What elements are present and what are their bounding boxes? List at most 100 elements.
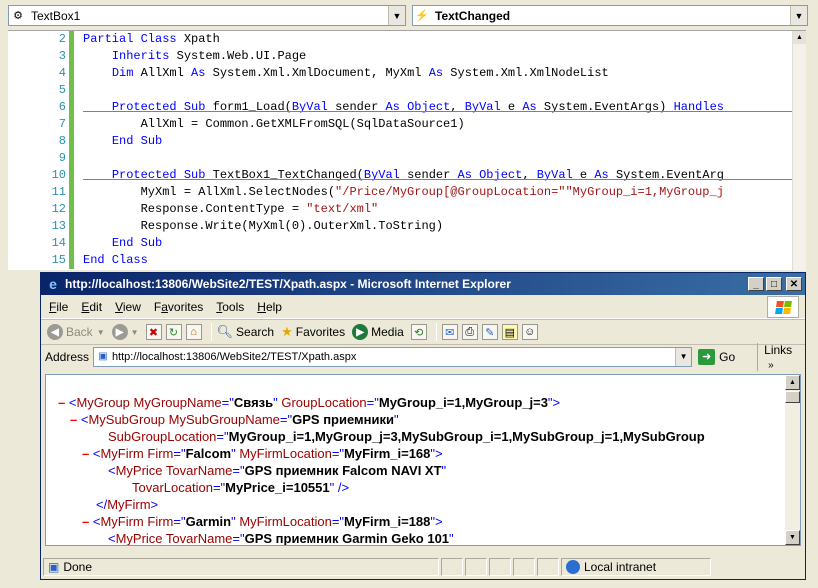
change-indicator	[69, 48, 74, 65]
chevron-down-icon: ▼	[130, 327, 139, 337]
status-text-cell: ▣ Done	[43, 558, 439, 576]
code-line[interactable]: 2 Partial Class Xpath	[8, 31, 806, 48]
xml-punct: ="	[221, 395, 234, 410]
xml-attr-value: MyGroup_i=1,MyGroup_j=3,MySubGroup_i=1,M…	[228, 429, 705, 444]
code-keyword: End Class	[83, 253, 148, 267]
refresh-icon[interactable]: ↻	[165, 324, 182, 340]
change-indicator	[69, 184, 74, 201]
xml-punct: ="	[366, 395, 379, 410]
ie-title-bar[interactable]: e http://localhost:13806/WebSite2/TEST/X…	[41, 273, 805, 295]
menu-item[interactable]: Help	[257, 300, 282, 314]
collapse-toggle-icon[interactable]: –	[82, 446, 93, 461]
code-text: Partial Class Xpath	[83, 31, 792, 48]
media-button[interactable]: ▶ Media	[352, 324, 404, 340]
event-combo[interactable]: ⚡ TextChanged ▼	[412, 5, 808, 26]
object-combo[interactable]: ⚙ TextBox1 ▼	[8, 5, 406, 26]
menu-item[interactable]: View	[115, 300, 141, 314]
code-text: End Sub	[83, 133, 792, 150]
menu-item[interactable]: Tools	[216, 300, 244, 314]
line-number: 11	[51, 185, 66, 199]
code-line[interactable]: 11 MyXml = AllXml.SelectNodes("/Price/My…	[8, 184, 806, 201]
content-vertical-scrollbar[interactable]: ▲ ▼	[785, 375, 800, 545]
collapse-toggle-icon[interactable]: –	[70, 412, 81, 427]
favorites-button[interactable]: ★ Favorites	[281, 324, 345, 340]
go-button[interactable]: ➜ Go	[698, 348, 736, 365]
xml-tag-name: MyFirm	[100, 446, 144, 461]
chevron-down-icon[interactable]: ▼	[675, 347, 692, 366]
address-input[interactable]: ▣ http://localhost:13806/WebSite2/TEST/X…	[92, 346, 693, 367]
status-done: Done	[63, 560, 93, 574]
forward-button[interactable]: ▶ ▼	[111, 324, 139, 340]
menu-item[interactable]: Edit	[81, 300, 102, 314]
back-button[interactable]: ◀ Back ▼	[47, 324, 105, 340]
code-line[interactable]: 13 Response.Write(MyXml(0).OuterXml.ToSt…	[8, 218, 806, 235]
editor-vertical-scrollbar[interactable]: ▲	[792, 31, 806, 271]
xml-node-line[interactable]: – <MyFirm Firm="Garmin" MyFirmLocation="…	[82, 513, 443, 530]
ie-content-pane[interactable]: – <MyGroup MyGroupName="Связь" GroupLoca…	[45, 374, 801, 546]
stop-icon[interactable]: ✖	[145, 324, 162, 340]
scroll-thumb[interactable]	[785, 391, 800, 403]
menu-item[interactable]: Favorites	[154, 300, 203, 314]
ie-window: e http://localhost:13806/WebSite2/TEST/X…	[40, 272, 806, 580]
xml-node-line[interactable]: – <MyGroup MyGroupName="Связь" GroupLoca…	[58, 394, 560, 411]
code-line[interactable]: 5	[8, 82, 806, 99]
links-button[interactable]: Links »	[757, 342, 805, 371]
chevron-down-icon[interactable]: ▼	[388, 6, 405, 25]
xml-punct: ="	[331, 514, 345, 529]
chevron-down-icon[interactable]: ▼	[790, 6, 807, 25]
links-label: Links	[764, 342, 793, 357]
xml-attr-name: MySubGroupName	[165, 412, 280, 427]
back-arrow-icon: ◀	[47, 324, 63, 340]
ie-status-bar: ▣ Done Local intranet	[43, 557, 803, 577]
mail-icon[interactable]: ✉	[441, 324, 458, 340]
change-indicator	[69, 116, 74, 133]
discuss-icon[interactable]: ▤	[501, 324, 518, 340]
xml-node-line: TovarLocation="MyPrice_i=10551" />	[132, 479, 349, 496]
messenger-icon[interactable]: ☺	[521, 324, 538, 340]
code-line[interactable]: 10 Protected Sub TextBox1_TextChanged(By…	[8, 167, 806, 184]
go-label: Go	[719, 349, 736, 364]
code-string: "text/xml"	[306, 202, 379, 216]
ie-toolbar: ◀ Back ▼ ▶ ▼ ✖ ↻ ⌂ 🔍︎ Search ★ Favorites…	[41, 319, 805, 344]
scroll-up-icon[interactable]: ▲	[785, 375, 800, 390]
xml-node-line: SubGroupLocation="MyGroup_i=1,MyGroup_j=…	[108, 428, 705, 445]
menu-items: File Edit View Favorites Tools Help	[49, 300, 295, 314]
scroll-up-icon[interactable]: ▲	[793, 31, 806, 44]
xml-tag-name: MyPrice	[115, 531, 163, 545]
code-line[interactable]: 12 Response.ContentType = "text/xml"	[8, 201, 806, 218]
collapse-toggle-icon[interactable]: –	[82, 514, 93, 529]
ie-logo-icon: e	[49, 276, 57, 292]
security-zone-cell: Local intranet	[561, 558, 711, 576]
print-icon[interactable]: ⎙	[461, 324, 478, 340]
code-line[interactable]: 6 Protected Sub form1_Load(ByVal sender …	[8, 99, 806, 116]
xml-punct: >	[150, 497, 159, 512]
xml-punct: ">	[430, 514, 443, 529]
collapse-toggle-icon[interactable]: –	[58, 395, 69, 410]
minimize-button[interactable]: _	[748, 277, 764, 291]
xml-punct: ">	[430, 446, 443, 461]
code-line[interactable]: 14 End Sub	[8, 235, 806, 252]
xml-node-line[interactable]: – <MyFirm Firm="Falcom" MyFirmLocation="…	[82, 445, 443, 462]
history-icon[interactable]: ⟲	[410, 324, 427, 340]
code-line[interactable]: 7 AllXml = Common.GetXMLFromSQL(SqlDataS…	[8, 116, 806, 133]
code-line[interactable]: 4 Dim AllXml As System.Xml.XmlDocument, …	[8, 65, 806, 82]
change-indicator	[69, 133, 74, 150]
maximize-button[interactable]: □	[766, 277, 782, 291]
code-editor[interactable]: 2 Partial Class Xpath 3 Inherits System.We…	[8, 30, 806, 271]
home-icon[interactable]: ⌂	[185, 324, 202, 340]
code-line[interactable]: 3 Inherits System.Web.UI.Page	[8, 48, 806, 65]
close-button[interactable]: ✕	[786, 277, 802, 291]
code-line[interactable]: 15 End Class	[8, 252, 806, 269]
menu-item[interactable]: File	[49, 300, 68, 314]
edit-icon[interactable]: ✎	[481, 324, 498, 340]
back-label: Back	[66, 325, 93, 339]
xml-node-line[interactable]: – <MySubGroup MySubGroupName="GPS приемн…	[70, 411, 399, 428]
code-line[interactable]: 9	[8, 150, 806, 167]
xml-punct: " />	[329, 480, 350, 495]
change-indicator	[69, 82, 74, 99]
search-button[interactable]: 🔍︎ Search	[217, 324, 275, 340]
code-line[interactable]: 8 End Sub	[8, 133, 806, 150]
scroll-down-icon[interactable]: ▼	[785, 530, 800, 545]
vs-code-editor-window: ⚙ TextBox1 ▼ ⚡ TextChanged ▼ 2 Partial Cl…	[0, 0, 818, 588]
line-number: 3	[58, 49, 66, 63]
